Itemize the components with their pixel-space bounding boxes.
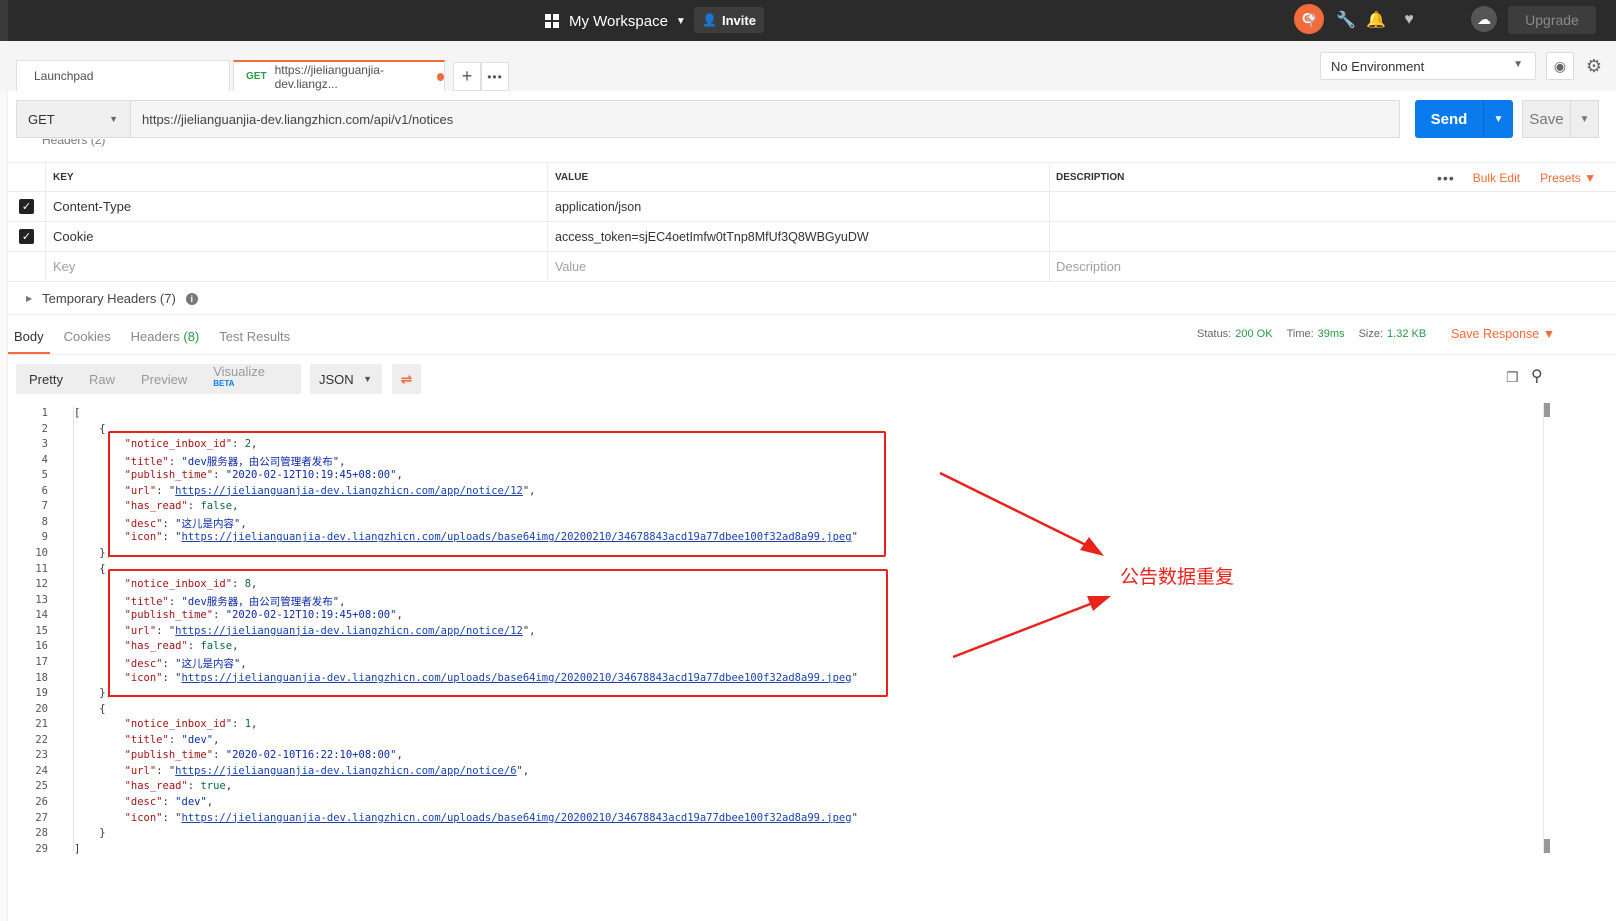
annotation-arrows xyxy=(939,471,1111,659)
annotation-label: 公告数据重复 xyxy=(1120,566,1235,588)
